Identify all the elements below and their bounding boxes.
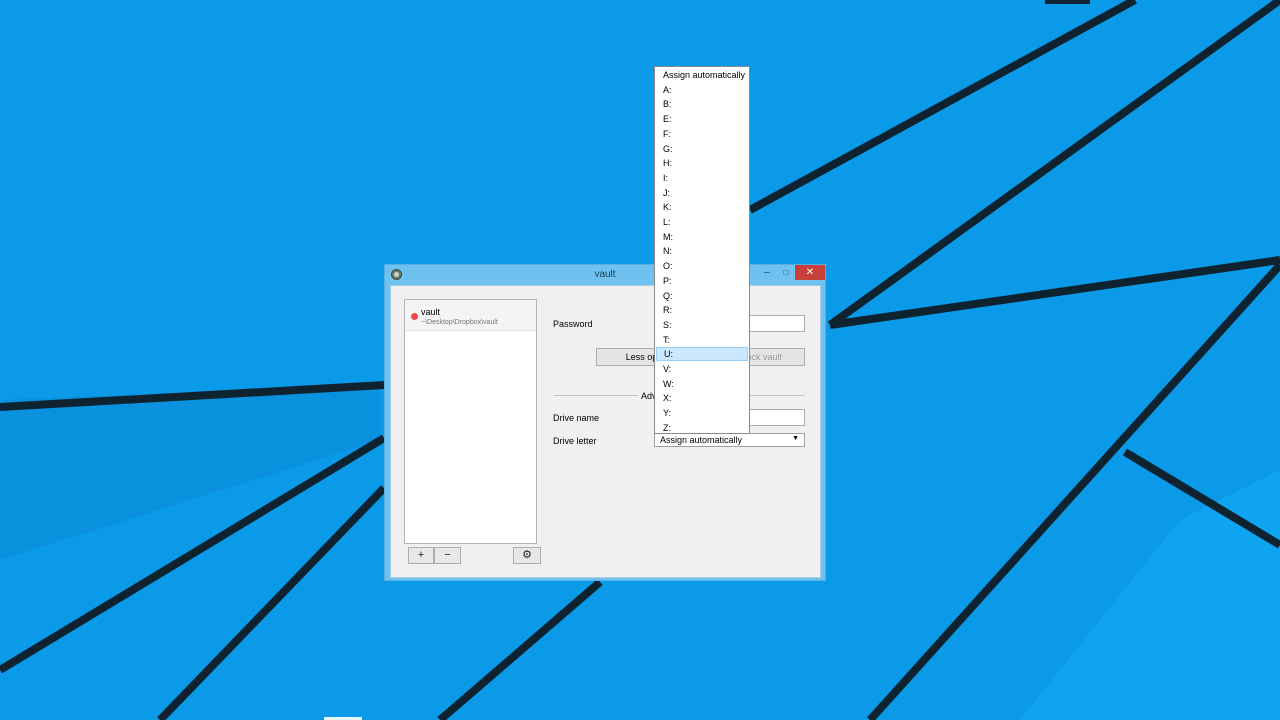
dropdown-option[interactable]: B: bbox=[656, 97, 748, 111]
remove-vault-button[interactable]: − bbox=[434, 547, 461, 564]
gear-icon: ⚙ bbox=[522, 549, 532, 561]
dropdown-option[interactable]: T: bbox=[656, 333, 748, 347]
dropdown-option[interactable]: E: bbox=[656, 112, 748, 126]
dropdown-option[interactable]: Z: bbox=[656, 421, 748, 435]
dropdown-option[interactable]: R: bbox=[656, 303, 748, 317]
dropdown-option[interactable]: L: bbox=[656, 215, 748, 229]
add-vault-button[interactable]: + bbox=[408, 547, 434, 564]
dropdown-option[interactable]: P: bbox=[656, 274, 748, 288]
divider bbox=[554, 395, 638, 396]
dropdown-option[interactable]: A: bbox=[656, 83, 748, 97]
dropdown-option[interactable]: M: bbox=[656, 230, 748, 244]
dropdown-option[interactable]: Y: bbox=[656, 406, 748, 420]
dropdown-option[interactable]: H: bbox=[656, 156, 748, 170]
close-button[interactable]: ✕ bbox=[795, 265, 825, 280]
dropdown-option[interactable]: J: bbox=[656, 186, 748, 200]
minimize-button[interactable]: – bbox=[761, 265, 773, 280]
drive-letter-select[interactable]: Assign automatically ▼ bbox=[654, 433, 805, 447]
dropdown-option[interactable]: Assign automatically bbox=[656, 68, 748, 82]
dropdown-option[interactable]: Q: bbox=[656, 289, 748, 303]
dropdown-option[interactable]: V: bbox=[656, 362, 748, 376]
drive-letter-value: Assign automatically bbox=[660, 435, 743, 445]
title-bar[interactable]: vault – □ ✕ bbox=[385, 265, 825, 285]
password-label: Password bbox=[553, 319, 593, 329]
window-title: vault bbox=[594, 269, 616, 280]
drive-letter-dropdown[interactable]: Assign automatically A: B: E: F: G: H: I: J: K: L:… bbox=[654, 66, 750, 434]
maximize-button[interactable]: □ bbox=[780, 265, 792, 280]
status-dot bbox=[411, 313, 418, 320]
dropdown-option[interactable]: F: bbox=[656, 127, 748, 141]
vault-name: vault bbox=[421, 307, 441, 317]
dropdown-option[interactable]: K: bbox=[656, 200, 748, 214]
drive-name-label: Drive name bbox=[553, 413, 600, 423]
dropdown-option[interactable]: O: bbox=[656, 259, 748, 273]
drive-letter-label: Drive letter bbox=[553, 436, 597, 446]
dropdown-option[interactable]: S: bbox=[656, 318, 748, 332]
dropdown-option[interactable]: W: bbox=[656, 377, 748, 391]
window-client-area: vault ~\Desktop\Dropbox\vault + − ⚙ Pass… bbox=[390, 285, 821, 578]
dropdown-option[interactable]: N: bbox=[656, 244, 748, 258]
chevron-down-icon: ▼ bbox=[792, 435, 799, 442]
vault-window: vault – □ ✕ vault ~\Desktop\Dropbox\vaul… bbox=[384, 264, 826, 581]
vault-list[interactable]: vault ~\Desktop\Dropbox\vault bbox=[404, 299, 537, 544]
settings-button[interactable]: ⚙ bbox=[513, 547, 541, 564]
dropdown-option[interactable]: I: bbox=[656, 171, 748, 185]
vault-path: ~\Desktop\Dropbox\vault bbox=[421, 319, 498, 326]
dropdown-option[interactable]: G: bbox=[656, 142, 748, 156]
list-item[interactable]: vault ~\Desktop\Dropbox\vault bbox=[405, 300, 536, 331]
dropdown-option[interactable]: X: bbox=[656, 391, 748, 405]
dropdown-option[interactable]: U: bbox=[656, 347, 748, 362]
